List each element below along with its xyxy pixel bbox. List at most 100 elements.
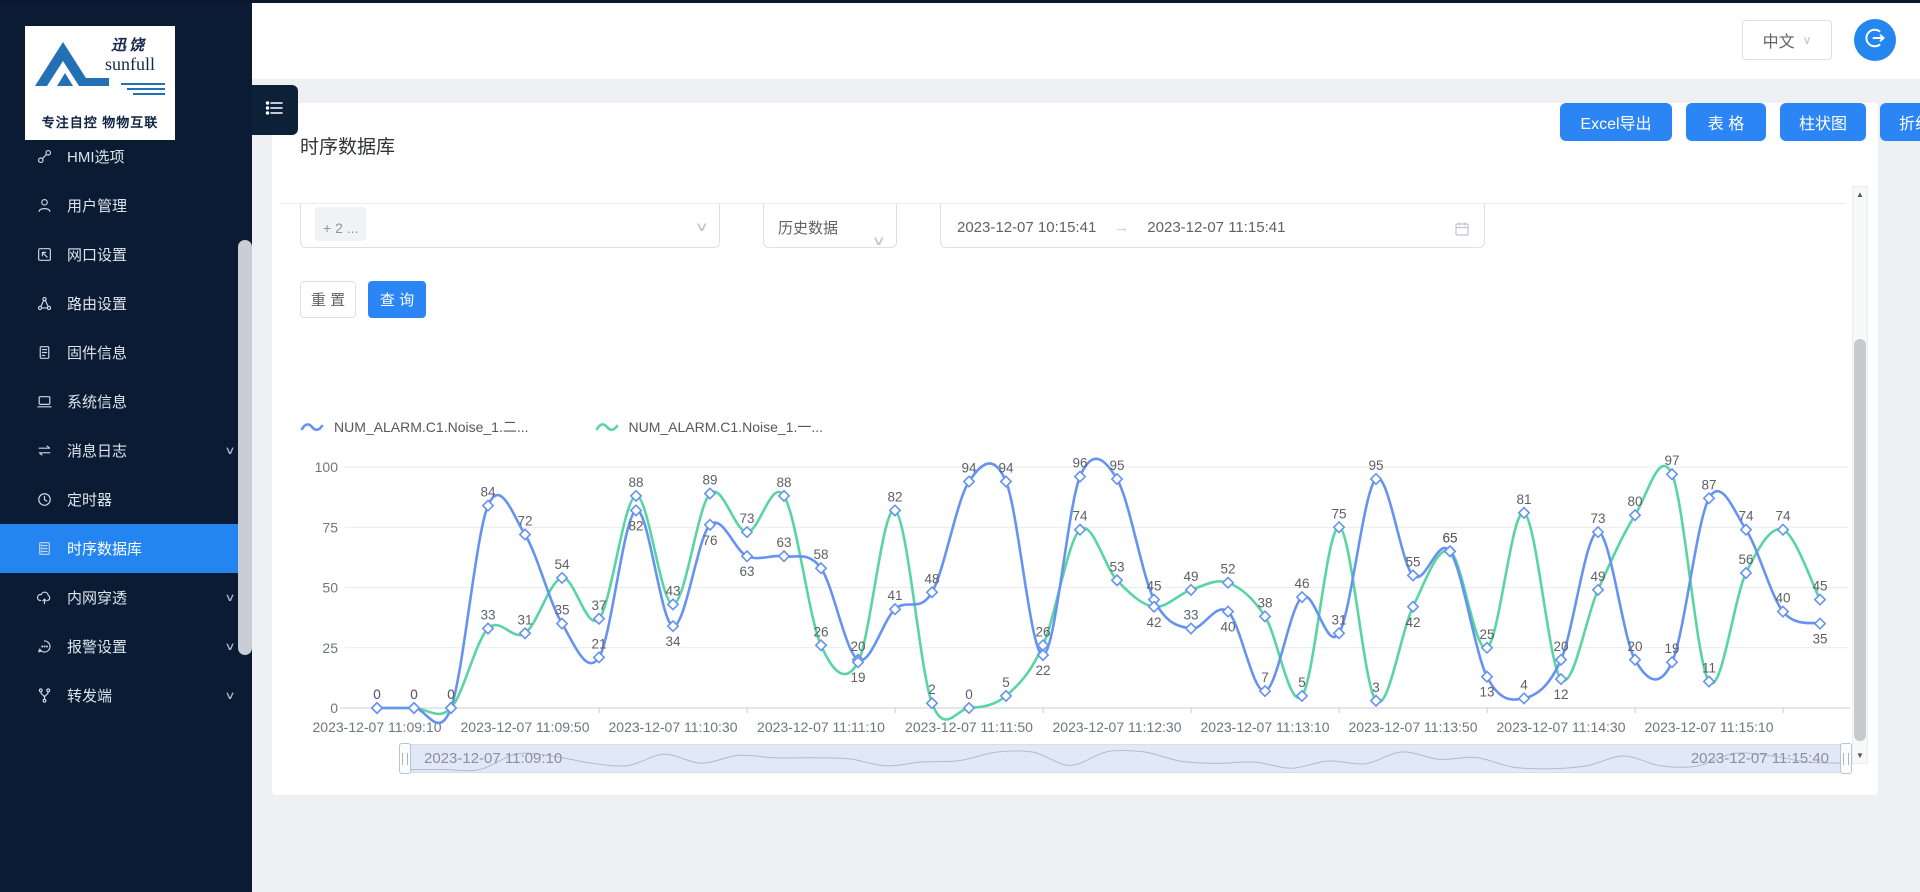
svg-text:63: 63 — [776, 535, 791, 550]
svg-text:7: 7 — [1261, 670, 1269, 685]
svg-text:73: 73 — [1590, 511, 1605, 526]
svg-text:82: 82 — [628, 518, 643, 533]
svg-text:50: 50 — [322, 580, 338, 596]
system-icon — [36, 393, 53, 410]
svg-text:2023-12-07 11:10:30: 2023-12-07 11:10:30 — [609, 719, 738, 735]
svg-text:0: 0 — [447, 687, 455, 702]
sidebar-item-alarm[interactable]: 报警设置∨ — [0, 622, 252, 671]
content-scrollbar[interactable]: ▲ ▼ — [1852, 186, 1868, 764]
svg-text:58: 58 — [813, 547, 828, 562]
chevron-down-icon: ∨ — [224, 640, 235, 653]
toolbar-button-0[interactable]: Excel导出 — [1560, 103, 1672, 141]
svg-text:42: 42 — [1146, 615, 1161, 630]
chevron-down-icon: ∨ — [695, 219, 709, 235]
svg-text:25: 25 — [322, 640, 338, 656]
svg-text:2023-12-07 11:09:10: 2023-12-07 11:09:10 — [313, 719, 442, 735]
svg-text:52: 52 — [1220, 562, 1235, 577]
range-arrow-icon: → — [1114, 219, 1129, 236]
sidebar-item-plug[interactable]: HMI选项 — [0, 132, 252, 181]
toolbar-button-3[interactable]: 折线图 — [1880, 103, 1920, 141]
svg-text:43: 43 — [665, 583, 680, 598]
sidebar-item-user[interactable]: 用户管理 — [0, 181, 252, 230]
chevron-down-icon: ∨ — [1803, 33, 1812, 47]
logout-icon — [1863, 26, 1887, 55]
date-range-picker[interactable]: 2023-12-07 10:15:41 → 2023-12-07 11:15:4… — [940, 204, 1485, 248]
scroll-down-icon[interactable]: ▼ — [1853, 751, 1867, 760]
datazoom-right-handle[interactable] — [1840, 743, 1852, 774]
sidebar-item-system[interactable]: 系统信息 — [0, 377, 252, 426]
legend-item-1[interactable]: NUM_ALARM.C1.Noise_1.一... — [595, 416, 824, 438]
logo-text-en: sunfull — [105, 54, 155, 75]
svg-text:82: 82 — [887, 489, 902, 504]
svg-text:55: 55 — [1405, 554, 1420, 569]
svg-text:11: 11 — [1702, 661, 1716, 676]
svg-text:95: 95 — [1368, 458, 1383, 473]
reset-button[interactable]: 重 置 — [300, 281, 356, 318]
datazoom-left-handle[interactable] — [399, 743, 411, 774]
legend-item-0[interactable]: NUM_ALARM.C1.Noise_1.二... — [300, 416, 529, 438]
svg-text:2023-12-07 11:12:30: 2023-12-07 11:12:30 — [1053, 719, 1182, 735]
line-chart[interactable]: 02550751002023-12-07 11:09:102023-12-07 … — [300, 440, 1860, 785]
sidebar-item-message-log[interactable]: 消息日志∨ — [0, 426, 252, 475]
svg-text:26: 26 — [1035, 624, 1050, 639]
forward-icon — [36, 687, 53, 704]
data-type-select[interactable]: 历史数据 ∨ — [763, 204, 897, 248]
logo-text-cn: 迅饶 — [111, 34, 147, 55]
firmware-icon — [36, 344, 53, 361]
toolbar-button-2[interactable]: 柱状图 — [1780, 103, 1866, 141]
svg-text:97: 97 — [1664, 453, 1679, 468]
timer-icon — [36, 491, 53, 508]
company-logo: 迅饶 sunfull 专注自控 物物互联 — [25, 26, 175, 140]
svg-text:25: 25 — [1479, 627, 1494, 642]
svg-text:20: 20 — [1553, 639, 1568, 654]
svg-text:19: 19 — [1664, 641, 1679, 656]
ethernet-port-icon — [36, 246, 53, 263]
svg-text:2023-12-07 11:15:10: 2023-12-07 11:15:10 — [1645, 719, 1774, 735]
svg-text:31: 31 — [1331, 612, 1346, 627]
svg-text:100: 100 — [315, 459, 339, 475]
svg-text:33: 33 — [480, 608, 495, 623]
sidebar-item-firmware[interactable]: 固件信息 — [0, 328, 252, 377]
svg-text:31: 31 — [517, 612, 532, 627]
logout-button[interactable] — [1854, 19, 1896, 61]
svg-text:21: 21 — [591, 636, 606, 651]
plug-icon — [36, 148, 53, 165]
sidebar-item-ethernet-port[interactable]: 网口设置 — [0, 230, 252, 279]
datazoom-end-label: 2023-12-07 11:15:40 — [1691, 750, 1829, 767]
tag-multiselect[interactable]: + 2 ... ∨ — [300, 204, 720, 248]
svg-text:95: 95 — [1109, 458, 1124, 473]
menu-toggle-button[interactable] — [252, 85, 298, 135]
svg-text:13: 13 — [1479, 685, 1494, 700]
content-scrollbar-thumb[interactable] — [1854, 339, 1866, 741]
sidebar-scrollbar-thumb[interactable] — [238, 240, 252, 655]
sidebar-item-database[interactable]: 时序数据库 — [0, 524, 252, 573]
query-button[interactable]: 查 询 — [368, 281, 426, 318]
svg-text:37: 37 — [591, 598, 606, 613]
chevron-down-icon: ∨ — [224, 689, 235, 702]
sidebar-item-cloud-tunnel[interactable]: 内网穿透∨ — [0, 573, 252, 622]
svg-text:72: 72 — [517, 514, 532, 529]
sidebar-item-timer[interactable]: 定时器 — [0, 475, 252, 524]
svg-text:81: 81 — [1516, 492, 1531, 507]
route-icon — [36, 295, 53, 312]
language-select[interactable]: 中文 ∨ — [1742, 20, 1832, 60]
sidebar-menu: HMI选项用户管理网口设置路由设置固件信息系统信息消息日志∨定时器时序数据库内网… — [0, 132, 252, 720]
datazoom-start-label: 2023-12-07 11:09:10 — [424, 750, 562, 767]
svg-text:65: 65 — [1442, 530, 1457, 545]
svg-text:26: 26 — [813, 624, 828, 639]
svg-text:35: 35 — [554, 603, 569, 618]
scroll-up-icon[interactable]: ▲ — [1853, 190, 1867, 199]
svg-text:84: 84 — [480, 485, 496, 500]
svg-text:76: 76 — [702, 533, 717, 548]
language-value: 中文 — [1763, 28, 1795, 52]
cloud-tunnel-icon — [36, 589, 53, 606]
svg-text:40: 40 — [1220, 620, 1235, 635]
toolbar-button-1[interactable]: 表 格 — [1686, 103, 1766, 141]
svg-text:63: 63 — [739, 564, 754, 579]
svg-text:80: 80 — [1627, 494, 1642, 509]
datazoom-slider[interactable]: 2023-12-07 11:09:10 2023-12-07 11:15:40 — [405, 744, 1846, 773]
app-window: 中文 ∨ 迅饶 sunfull — [0, 0, 1920, 892]
sidebar-item-forward[interactable]: 转发端∨ — [0, 671, 252, 720]
svg-text:5: 5 — [1298, 675, 1306, 690]
sidebar-item-route[interactable]: 路由设置 — [0, 279, 252, 328]
